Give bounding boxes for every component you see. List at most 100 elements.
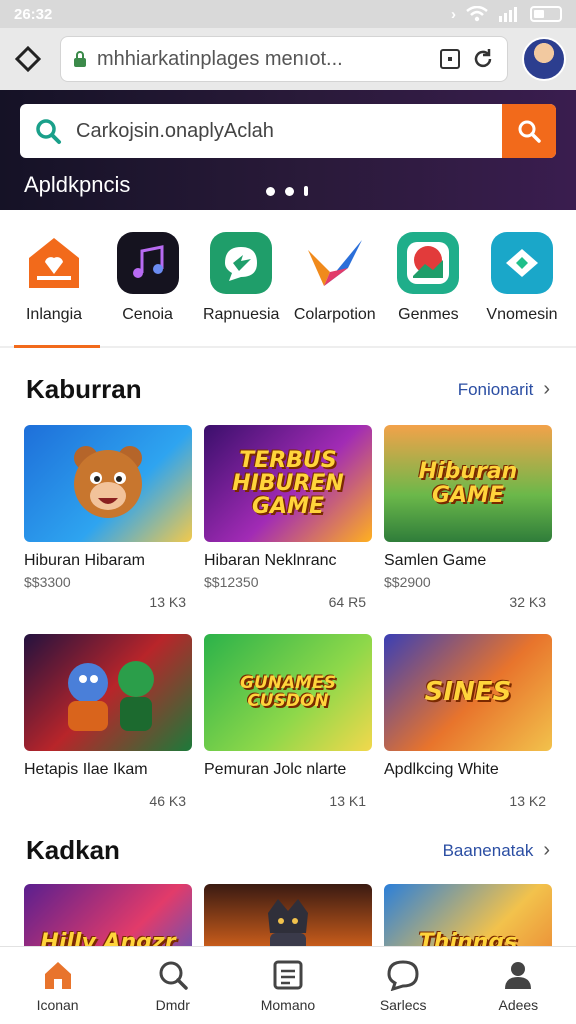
nav-label: Sarlecs [379,996,427,1013]
app-downloads: 13 K1 [329,793,366,809]
bird-chat-icon [210,232,273,294]
app-thumbnail: GUNAMES CUSDON [204,634,372,751]
user-icon [505,961,532,989]
see-all-label: Baanenatak [442,840,534,860]
app-name: Hetapis Ilae Ikam [24,761,148,778]
chevron-right-icon: › [543,839,550,861]
document-icon [273,960,303,989]
nav-label: Adees [498,996,539,1013]
checkmark-logo-icon [303,232,366,294]
app-meta: 32 K3 [384,594,552,610]
landscape-photo-icon [397,232,460,294]
app-thumbnail [24,425,192,542]
app-name: Hiburan Hibaram [24,552,145,569]
app-downloads: 13 K2 [509,793,546,809]
app-thumbnail: Hiburan GAME [384,425,552,542]
category-item[interactable]: Cenoia [102,232,194,346]
search-button[interactable] [502,104,556,158]
search-icon [518,120,541,143]
house-gift-icon [23,232,85,294]
nav-home[interactable]: Iconan [3,959,113,1013]
nav-documents[interactable]: Momano [233,959,343,1013]
section-header: Kadkan Baanenatak › [0,835,576,866]
nav-label: Dmdr [155,996,190,1013]
url-text: mhhiarkatinplages menıot... [97,47,343,70]
search-input[interactable]: Carkojsin.onaplyAclah [76,120,502,143]
chevron-right-icon: › [543,378,550,400]
clock: 26:32 [14,5,53,23]
category-label: Rapnuesia [202,306,280,323]
thumbnail-title: SINES [424,676,512,707]
hero-title: Apldkpncis [24,172,131,197]
app-price: $$3300 [24,574,71,590]
section-entertainment: Kaburran Fonionarit › Hiburan Hibaram $$3… [0,348,576,809]
app-thumbnail: TERBUS HIBUREN GAME [204,425,372,542]
nav-profile[interactable]: Adees [463,959,573,1013]
status-icons: › [451,6,562,23]
category-item[interactable]: Genmes [382,232,474,346]
app-card[interactable]: Hetapis Ilae Ikam 46 K3 [24,634,192,809]
category-item[interactable]: Vnomesin [476,232,568,346]
bear-mascot-icon [74,445,142,518]
app-grid: Hiburan Hibaram $$3300 13 K3 TERBUS HIBU… [0,425,576,809]
app-thumbnail: SINES [384,634,552,751]
active-category-indicator [14,345,100,348]
app-card[interactable]: TERBUS HIBUREN GAME Hibaran Neklnranc $$… [204,425,372,610]
app-meta: 13 K2 [384,793,552,809]
tabs-icon[interactable] [439,48,461,70]
status-bar: 26:32 › [0,0,576,28]
see-all-link[interactable]: Fonionarit › [458,378,550,401]
app-logo-icon[interactable] [10,41,46,77]
category-label: Inlangia [25,306,83,323]
app-meta: 46 K3 [24,793,192,809]
app-card[interactable]: SINES Apdlkcing White 13 K2 [384,634,552,809]
app-page: 26:32 › mhhiarkatinplages menıot... Cark… [0,0,576,1024]
hero-banner: Carkojsin.onaplyAclah Apldkpncis [0,90,576,210]
thumbnail-title: Hiburan GAME [418,459,518,508]
app-downloads: 13 K3 [149,594,186,610]
app-meta: 13 K3 [24,594,192,610]
lock-icon [74,51,86,67]
home-arrow-icon [490,232,553,294]
category-item[interactable]: Colarpotion [289,232,381,346]
app-card[interactable]: GUNAMES CUSDON Pemuran Jolc nlarte 13 K1 [204,634,372,809]
app-downloads: 32 K3 [509,594,546,610]
app-card[interactable]: Hiburan Hibaram $$3300 13 K3 [24,425,192,610]
nav-search[interactable]: Dmdr [118,959,228,1013]
app-name: Apdlkcing White [384,761,499,778]
app-name: Samlen Game [384,552,487,569]
carousel-dot[interactable] [285,186,294,196]
app-thumbnail [24,634,192,751]
app-meta: 13 K1 [204,793,372,809]
url-bar[interactable]: mhhiarkatinplages menıot... [60,36,508,82]
category-label: Vnomesin [486,306,558,323]
nav-messages[interactable]: Sarlecs [348,959,458,1013]
see-all-label: Fonionarit [457,379,534,399]
thumbnail-title: GUNAMES CUSDON [240,672,336,711]
category-item[interactable]: Inlangia [8,232,100,346]
carousel-dot[interactable] [266,186,275,196]
carousel-dot-active[interactable] [304,186,308,196]
section-header: Kaburran Fonionarit › [0,374,576,405]
search-bar[interactable]: Carkojsin.onaplyAclah [20,104,556,158]
app-meta: 64 R5 [204,594,372,610]
app-card[interactable]: Hiburan GAME Samlen Game $$2900 32 K3 [384,425,552,610]
reload-icon[interactable] [471,47,495,71]
chat-bubble-icon [387,959,419,991]
category-item[interactable]: Rapnuesia [195,232,287,346]
app-meta: $$2900 [384,574,552,590]
category-row: Inlangia Cenoia Rapnuesia Colarpotion Ge… [0,210,576,348]
music-note-icon [116,232,179,294]
avatar[interactable] [522,37,566,81]
app-downloads: 46 K3 [149,793,186,809]
category-label: Cenoia [122,306,173,323]
app-price: $$12350 [204,574,259,590]
browser-bar: mhhiarkatinplages menıot... [0,28,576,90]
category-label: Colarpotion [293,306,376,323]
app-meta: $$12350 [204,574,372,590]
nav-label: Momano [260,996,316,1013]
bottom-nav: Iconan Dmdr Momano Sarlecs Adees [0,946,576,1024]
thumbnail-title: TERBUS HIBUREN GAME [232,447,344,520]
carousel-dots[interactable] [266,186,308,196]
see-all-link[interactable]: Baanenatak › [443,839,550,862]
